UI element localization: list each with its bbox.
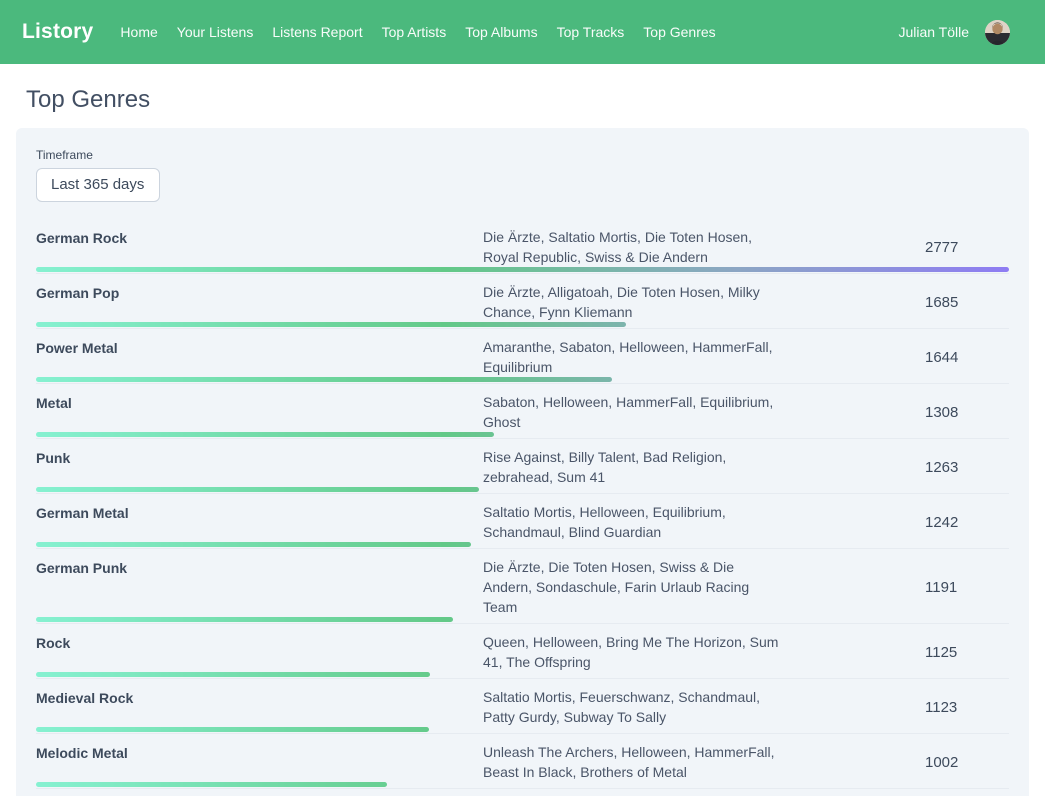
genre-row: German Pop Die Ärzte, Alligatoah, Die To… [36, 274, 1009, 329]
genre-count: 1644 [925, 349, 1009, 366]
genre-name: Power Metal [36, 337, 483, 358]
genre-count: 1002 [925, 754, 1009, 771]
genre-artists: Saltatio Mortis, Feuerschwanz, Schandmau… [483, 687, 779, 727]
genre-bar-track [36, 727, 1009, 732]
timeframe-select[interactable]: Last 365 days [36, 168, 160, 202]
genre-name: Metal [36, 392, 483, 413]
genre-count: 1242 [925, 514, 1009, 531]
genre-bar-fill [36, 267, 1009, 272]
genre-bar-track [36, 487, 1009, 492]
genre-row: German Punk Die Ärzte, Die Toten Hosen, … [36, 549, 1009, 624]
nav-item-listens-report[interactable]: Listens Report [272, 24, 362, 40]
genre-name: German Metal [36, 502, 483, 523]
nav-item-your-listens[interactable]: Your Listens [177, 24, 254, 40]
genre-bar-fill [36, 322, 626, 327]
genre-artists: Unleash The Archers, Helloween, HammerFa… [483, 742, 779, 782]
genre-name: Punk [36, 447, 483, 468]
genre-name: German Rock [36, 227, 483, 248]
genre-bar-track [36, 672, 1009, 677]
genre-count: 1308 [925, 404, 1009, 421]
genre-bar-track [36, 617, 1009, 622]
top-genres-page: Top Genres Timeframe Last 365 days Germa… [0, 64, 1045, 796]
genre-row: Medieval Rock Saltatio Mortis, Feuerschw… [36, 679, 1009, 734]
genre-bar-fill [36, 727, 429, 732]
nav-item-top-albums[interactable]: Top Albums [465, 24, 537, 40]
main-nav: Home Your Listens Listens Report Top Art… [120, 24, 734, 40]
genre-bar-track [36, 542, 1009, 547]
genre-bar-fill [36, 672, 430, 677]
genre-row: German Rock Die Ärzte, Saltatio Mortis, … [36, 219, 1009, 274]
genre-bar-fill [36, 377, 612, 382]
genre-row: Metal Sabaton, Helloween, HammerFall, Eq… [36, 384, 1009, 439]
genre-bar-fill [36, 432, 494, 437]
genre-name: German Pop [36, 282, 483, 303]
genre-count: 1685 [925, 294, 1009, 311]
genre-artists: Sabaton, Helloween, HammerFall, Equilibr… [483, 392, 779, 432]
genre-bar-track [36, 377, 1009, 382]
genre-row: German Indie Bukahara, Käptn Peng, KYTES… [36, 789, 1009, 796]
genre-artists: Amaranthe, Sabaton, Helloween, HammerFal… [483, 337, 779, 377]
genre-artists: Rise Against, Billy Talent, Bad Religion… [483, 447, 779, 487]
genre-artists: Queen, Helloween, Bring Me The Horizon, … [483, 632, 779, 672]
avatar-photo [985, 20, 1010, 45]
genre-name: German Punk [36, 557, 483, 578]
app-header: Listory Home Your Listens Listens Report… [0, 0, 1045, 64]
genre-count: 1263 [925, 459, 1009, 476]
genre-bar-track [36, 432, 1009, 437]
genre-artists: Saltatio Mortis, Helloween, Equilibrium,… [483, 502, 779, 542]
genres-card: Timeframe Last 365 days German Rock Die … [16, 128, 1029, 796]
user-name: Julian Tölle [898, 24, 969, 40]
genre-count: 1125 [925, 644, 1009, 661]
genre-row: Rock Queen, Helloween, Bring Me The Hori… [36, 624, 1009, 679]
brand-logo[interactable]: Listory [22, 20, 93, 44]
genre-bar-track [36, 267, 1009, 272]
genre-name: Rock [36, 632, 483, 653]
genre-artists: Die Ärzte, Alligatoah, Die Toten Hosen, … [483, 282, 779, 322]
genre-bar-fill [36, 782, 387, 787]
nav-item-top-genres[interactable]: Top Genres [643, 24, 715, 40]
genre-bar-fill [36, 617, 453, 622]
genre-row: Power Metal Amaranthe, Sabaton, Hellowee… [36, 329, 1009, 384]
genre-bar-fill [36, 487, 479, 492]
genre-table: German Rock Die Ärzte, Saltatio Mortis, … [36, 219, 1009, 796]
timeframe-label: Timeframe [36, 148, 1009, 162]
genre-name: Medieval Rock [36, 687, 483, 708]
genre-bar-fill [36, 542, 471, 547]
user-avatar[interactable] [985, 20, 1010, 45]
nav-item-top-artists[interactable]: Top Artists [382, 24, 447, 40]
genre-row: Melodic Metal Unleash The Archers, Hello… [36, 734, 1009, 789]
page-title: Top Genres [26, 86, 1019, 114]
nav-item-home[interactable]: Home [120, 24, 157, 40]
genre-bar-track [36, 782, 1009, 787]
genre-count: 2777 [925, 239, 1009, 256]
genre-artists: Die Ärzte, Die Toten Hosen, Swiss & Die … [483, 557, 779, 617]
genre-count: 1191 [925, 579, 1009, 596]
genre-count: 1123 [925, 699, 1009, 716]
genre-row: Punk Rise Against, Billy Talent, Bad Rel… [36, 439, 1009, 494]
nav-item-top-tracks[interactable]: Top Tracks [557, 24, 625, 40]
genre-name: Melodic Metal [36, 742, 483, 763]
genre-row: German Metal Saltatio Mortis, Helloween,… [36, 494, 1009, 549]
genre-artists: Die Ärzte, Saltatio Mortis, Die Toten Ho… [483, 227, 779, 267]
genre-bar-track [36, 322, 1009, 327]
